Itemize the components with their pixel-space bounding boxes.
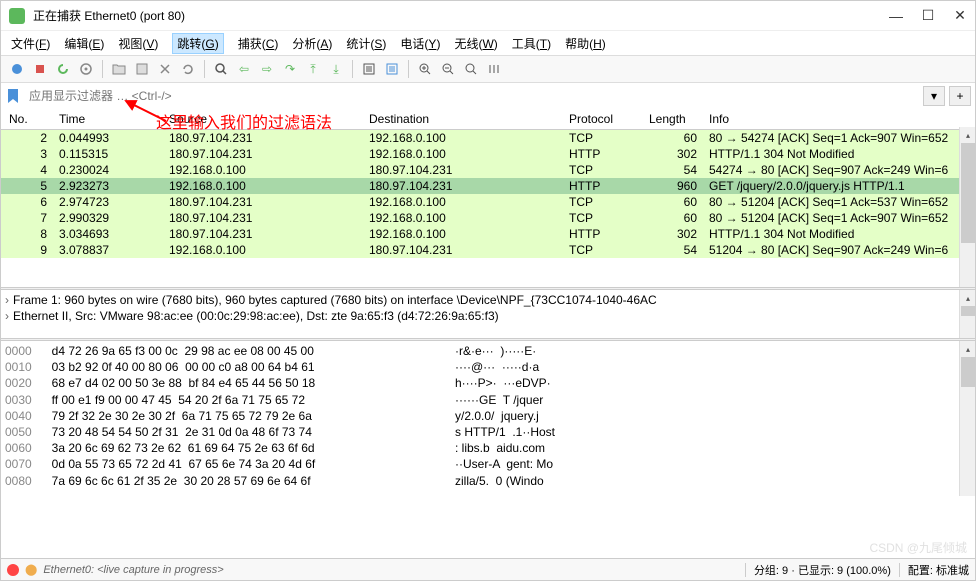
- hex-line[interactable]: 0040 79 2f 32 2e 30 2e 30 2f 6a 71 75 65…: [5, 408, 971, 424]
- separator: [352, 60, 353, 78]
- watermark: CSDN @九尾倾城: [869, 539, 967, 556]
- restart-capture-icon[interactable]: [53, 59, 73, 79]
- find-icon[interactable]: [211, 59, 231, 79]
- hex-line[interactable]: 0010 03 b2 92 0f 40 00 80 06 00 00 c0 a8…: [5, 359, 971, 375]
- menu-s[interactable]: 统计(S): [346, 35, 386, 52]
- detail-line[interactable]: ›Ethernet II, Src: VMware 98:ac:ee (00:0…: [5, 308, 971, 324]
- first-icon[interactable]: ⤒: [303, 59, 323, 79]
- start-capture-icon[interactable]: [7, 59, 27, 79]
- packet-row[interactable]: 93.078837192.168.0.100180.97.104.231TCP5…: [1, 242, 975, 258]
- colorize-icon[interactable]: [382, 59, 402, 79]
- hex-line[interactable]: 0000 d4 72 26 9a 65 f3 00 0c 29 98 ac ee…: [5, 343, 971, 359]
- hex-line[interactable]: 0080 7a 69 6c 6c 61 2f 35 2e 30 20 28 57…: [5, 473, 971, 489]
- menu-w[interactable]: 无线(W): [454, 35, 497, 52]
- separator: [408, 60, 409, 78]
- packet-row[interactable]: 20.044993180.97.104.231192.168.0.100TCP6…: [1, 130, 975, 146]
- menu-c[interactable]: 捕获(C): [238, 35, 279, 52]
- packet-row[interactable]: 83.034693180.97.104.231192.168.0.100HTTP…: [1, 226, 975, 242]
- hex-line[interactable]: 0050 73 20 48 54 54 50 2f 31 2e 31 0d 0a…: [5, 424, 971, 440]
- scroll-thumb[interactable]: [961, 357, 975, 387]
- scroll-up-icon[interactable]: ▴: [960, 341, 975, 357]
- add-filter-button[interactable]: +: [949, 86, 971, 106]
- hex-line[interactable]: 0060 3a 20 6c 69 62 73 2e 62 61 69 64 75…: [5, 440, 971, 456]
- close-file-icon[interactable]: [155, 59, 175, 79]
- scrollbar[interactable]: ▴: [959, 290, 975, 338]
- capture-options-icon[interactable]: [76, 59, 96, 79]
- next-icon[interactable]: ⇨: [257, 59, 277, 79]
- zoom-reset-icon[interactable]: [461, 59, 481, 79]
- annotation-text: 这里输入我们的过滤语法: [156, 109, 332, 133]
- scroll-thumb[interactable]: [961, 143, 975, 243]
- last-icon[interactable]: ⤓: [326, 59, 346, 79]
- status-profile[interactable]: 配置: 标准城: [908, 562, 969, 578]
- bookmark-icon[interactable]: [5, 88, 21, 104]
- packet-bytes-pane[interactable]: 0000 d4 72 26 9a 65 f3 00 0c 29 98 ac ee…: [1, 341, 975, 496]
- separator: [102, 60, 103, 78]
- scrollbar[interactable]: ▴: [959, 127, 975, 287]
- capture-status-icon[interactable]: [7, 564, 19, 576]
- titlebar: 正在捕获 Ethernet0 (port 80) — ☐ ✕: [1, 1, 975, 31]
- scroll-up-icon[interactable]: ▴: [960, 290, 975, 306]
- packet-details-pane[interactable]: ›Frame 1: 960 bytes on wire (7680 bits),…: [1, 290, 975, 338]
- open-file-icon[interactable]: [109, 59, 129, 79]
- scroll-thumb[interactable]: [961, 306, 975, 316]
- packet-row[interactable]: 52.923273192.168.0.100180.97.104.231HTTP…: [1, 178, 975, 194]
- hex-line[interactable]: 0030 ff 00 e1 f9 00 00 47 45 54 20 2f 6a…: [5, 392, 971, 408]
- zoom-in-icon[interactable]: [415, 59, 435, 79]
- menu-e[interactable]: 编辑(E): [64, 35, 104, 52]
- scrollbar[interactable]: ▴: [959, 341, 975, 496]
- col-dest[interactable]: Destination: [365, 111, 565, 127]
- menu-g[interactable]: 跳转(G): [172, 33, 223, 54]
- statusbar: ⬤ Ethernet0: <live capture in progress> …: [1, 558, 975, 580]
- minimize-button[interactable]: —: [889, 9, 903, 23]
- col-proto[interactable]: Protocol: [565, 111, 645, 127]
- zoom-out-icon[interactable]: [438, 59, 458, 79]
- packet-row[interactable]: 72.990329180.97.104.231192.168.0.100TCP6…: [1, 210, 975, 226]
- expression-button[interactable]: ▾: [923, 86, 945, 106]
- packet-list[interactable]: 20.044993180.97.104.231192.168.0.100TCP6…: [1, 130, 975, 258]
- menubar: 文件(F) 编辑(E) 视图(V) 跳转(G) 捕获(C) 分析(A) 统计(S) 电话(Y)…: [1, 31, 975, 55]
- toolbar: ⇦ ⇨ ↷ ⤒ ⤓: [1, 55, 975, 83]
- resize-columns-icon[interactable]: [484, 59, 504, 79]
- menu-h[interactable]: 帮助(H): [565, 35, 606, 52]
- col-no[interactable]: No.: [5, 111, 55, 127]
- maximize-button[interactable]: ☐: [921, 9, 935, 23]
- hex-line[interactable]: 0020 68 e7 d4 02 00 50 3e 88 bf 84 e4 65…: [5, 375, 971, 391]
- packet-list-pane: No. Time Source Destination Protocol Len…: [1, 109, 975, 287]
- packet-row[interactable]: 62.974723180.97.104.231192.168.0.100TCP6…: [1, 194, 975, 210]
- packet-row[interactable]: 40.230024192.168.0.100180.97.104.231TCP5…: [1, 162, 975, 178]
- menu-v[interactable]: 视图(V): [118, 35, 158, 52]
- detail-line[interactable]: ›Frame 1: 960 bytes on wire (7680 bits),…: [5, 292, 971, 308]
- separator: [204, 60, 205, 78]
- menu-y[interactable]: 电话(Y): [400, 35, 440, 52]
- packet-row[interactable]: 30.115315180.97.104.231192.168.0.100HTTP…: [1, 146, 975, 162]
- col-len[interactable]: Length: [645, 111, 705, 127]
- status-packets: 分组: 9 · 已显示: 9 (100.0%): [754, 562, 891, 578]
- app-logo-icon: [9, 8, 25, 24]
- close-button[interactable]: ✕: [953, 9, 967, 23]
- stop-capture-icon[interactable]: [30, 59, 50, 79]
- prev-icon[interactable]: ⇦: [234, 59, 254, 79]
- hex-line[interactable]: 0070 0d 0a 55 73 65 72 2d 41 67 65 6e 74…: [5, 456, 971, 472]
- save-file-icon[interactable]: [132, 59, 152, 79]
- window-title: 正在捕获 Ethernet0 (port 80): [33, 7, 889, 24]
- scroll-up-icon[interactable]: ▴: [960, 127, 975, 143]
- menu-f[interactable]: 文件(F): [11, 35, 50, 52]
- reload-icon[interactable]: [178, 59, 198, 79]
- goto-icon[interactable]: ↷: [280, 59, 300, 79]
- autoscroll-icon[interactable]: [359, 59, 379, 79]
- menu-t[interactable]: 工具(T): [512, 35, 551, 52]
- menu-a[interactable]: 分析(A): [292, 35, 332, 52]
- col-info[interactable]: Info: [705, 111, 971, 127]
- expert-info-icon[interactable]: ⬤: [25, 563, 37, 576]
- status-interface: Ethernet0: <live capture in progress>: [43, 564, 223, 576]
